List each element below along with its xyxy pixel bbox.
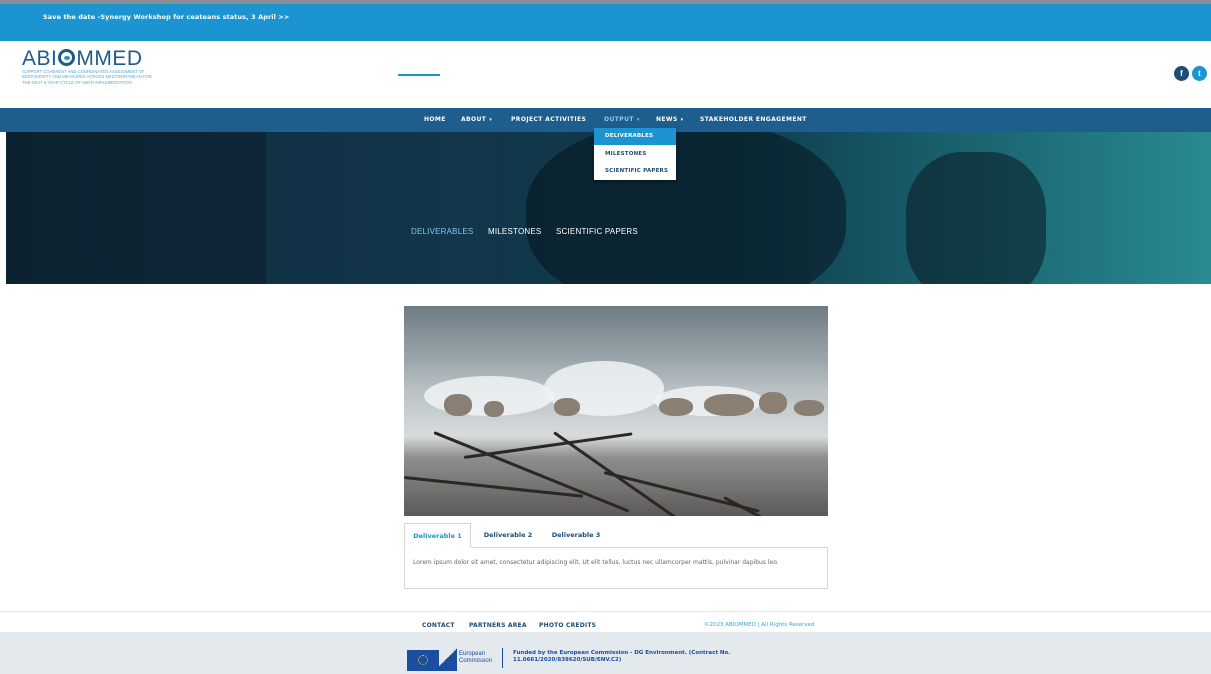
rock (444, 394, 472, 416)
nav-item-label: OUTPUT (604, 116, 634, 123)
hero-diver-silhouette (526, 132, 846, 284)
rock (759, 392, 787, 414)
branch (603, 471, 760, 513)
hero-diver-tank (906, 152, 1046, 284)
chevron-down-icon: ▾ (489, 117, 493, 123)
nav-item-stakeholder-engagement[interactable]: STAKEHOLDER ENGAGEMENT (700, 116, 807, 123)
branch (463, 432, 633, 459)
nav-item-label: NEWS (656, 116, 678, 123)
dropdown-item-deliverables[interactable]: DELIVERABLES (594, 128, 676, 145)
chevron-down-icon: ▾ (680, 117, 684, 123)
nav-item-label: HOME (424, 116, 446, 123)
deliverable-tabs: Deliverable 1 Deliverable 2 Deliverable … (404, 523, 828, 548)
eu-separator (502, 648, 503, 668)
subnav-scientific-papers[interactable]: SCIENTIFIC PAPERS (556, 227, 638, 236)
copyright-text: ©2023 ABIOMMED | All Rights Reserved (704, 622, 815, 628)
tab-panel-content: Lorem ipsum dolor sit amet, consectetur … (404, 547, 828, 589)
eu-commission-label: European Commission (459, 651, 492, 665)
eu-stars (418, 655, 428, 665)
announcement-bar: Save the date -Synergy Workshop for ceat… (0, 0, 1211, 41)
branch (404, 476, 584, 498)
logo-text-left: ABI (22, 47, 58, 70)
branch (723, 496, 778, 516)
page-title: OUTPUT (398, 46, 462, 63)
site-header: ABI MMED SUPPORT COHERENT AND COORDINATED… (0, 41, 1211, 108)
tab-deliverable-1[interactable]: Deliverable 1 (404, 523, 471, 548)
eu-flag-icon (407, 650, 439, 671)
twitter-icon[interactable]: t (1192, 66, 1207, 81)
rock (554, 398, 580, 416)
facebook-icon[interactable]: f (1174, 66, 1189, 81)
footer-link-partners-area[interactable]: PARTNERS AREA (469, 622, 527, 629)
chevron-down-icon: ▾ (636, 117, 640, 123)
funding-statement: Funded by the European Commission - DG E… (513, 650, 730, 664)
footer-divider (0, 611, 1211, 612)
tab-deliverable-2[interactable]: Deliverable 2 (476, 523, 540, 548)
dropdown-item-scientific-papers[interactable]: SCIENTIFIC PAPERS (594, 163, 676, 180)
nav-item-project-activities[interactable]: PROJECT ACTIVITIES (511, 116, 586, 123)
dropdown-item-milestones[interactable]: MILESTONES (594, 146, 676, 163)
content-image (404, 306, 828, 516)
footer-link-photo-credits[interactable]: PHOTO CREDITS (539, 622, 596, 629)
nav-item-home[interactable]: HOME (424, 116, 446, 123)
logo-globe-icon (58, 49, 76, 66)
eu-label-line2: Commission (459, 658, 493, 664)
rock (484, 401, 504, 417)
branch (433, 431, 630, 513)
logo-tagline: SUPPORT COHERENT AND COORDINATED ASSESSM… (22, 69, 152, 85)
tab-deliverable-3[interactable]: Deliverable 3 (544, 523, 608, 548)
funding-line1: Funded by the European Commission - DG E… (513, 650, 731, 656)
footer-link-contact[interactable]: CONTACT (422, 622, 455, 629)
nav-item-label: ABOUT (461, 116, 487, 123)
hero-shade (6, 132, 266, 284)
rock (704, 394, 754, 416)
title-underline (398, 74, 440, 76)
site-logo[interactable]: ABI MMED (22, 47, 143, 71)
rock (794, 400, 824, 416)
output-dropdown-menu: DELIVERABLES MILESTONES SCIENTIFIC PAPER… (594, 128, 676, 180)
eu-commission-logo-icon (439, 644, 457, 671)
subnav-milestones[interactable]: MILESTONES (488, 227, 541, 236)
rock (659, 398, 693, 416)
subnav-deliverables[interactable]: DELIVERABLES (411, 227, 473, 236)
funding-line2: 11.0661/2020/839620/SUB/ENV.C2) (513, 657, 622, 663)
eu-label-line1: European (459, 651, 486, 657)
nav-item-label: STAKEHOLDER ENGAGEMENT (700, 116, 807, 123)
nav-item-label: PROJECT ACTIVITIES (511, 116, 587, 123)
logo-text-right: MMED (76, 47, 143, 70)
nav-item-about[interactable]: ABOUT ▾ (461, 116, 492, 123)
nav-item-output[interactable]: OUTPUT ▾ (604, 116, 640, 123)
nav-item-news[interactable]: NEWS ▾ (656, 116, 684, 123)
announcement-link[interactable]: Save the date -Synergy Workshop for ceat… (43, 13, 289, 21)
